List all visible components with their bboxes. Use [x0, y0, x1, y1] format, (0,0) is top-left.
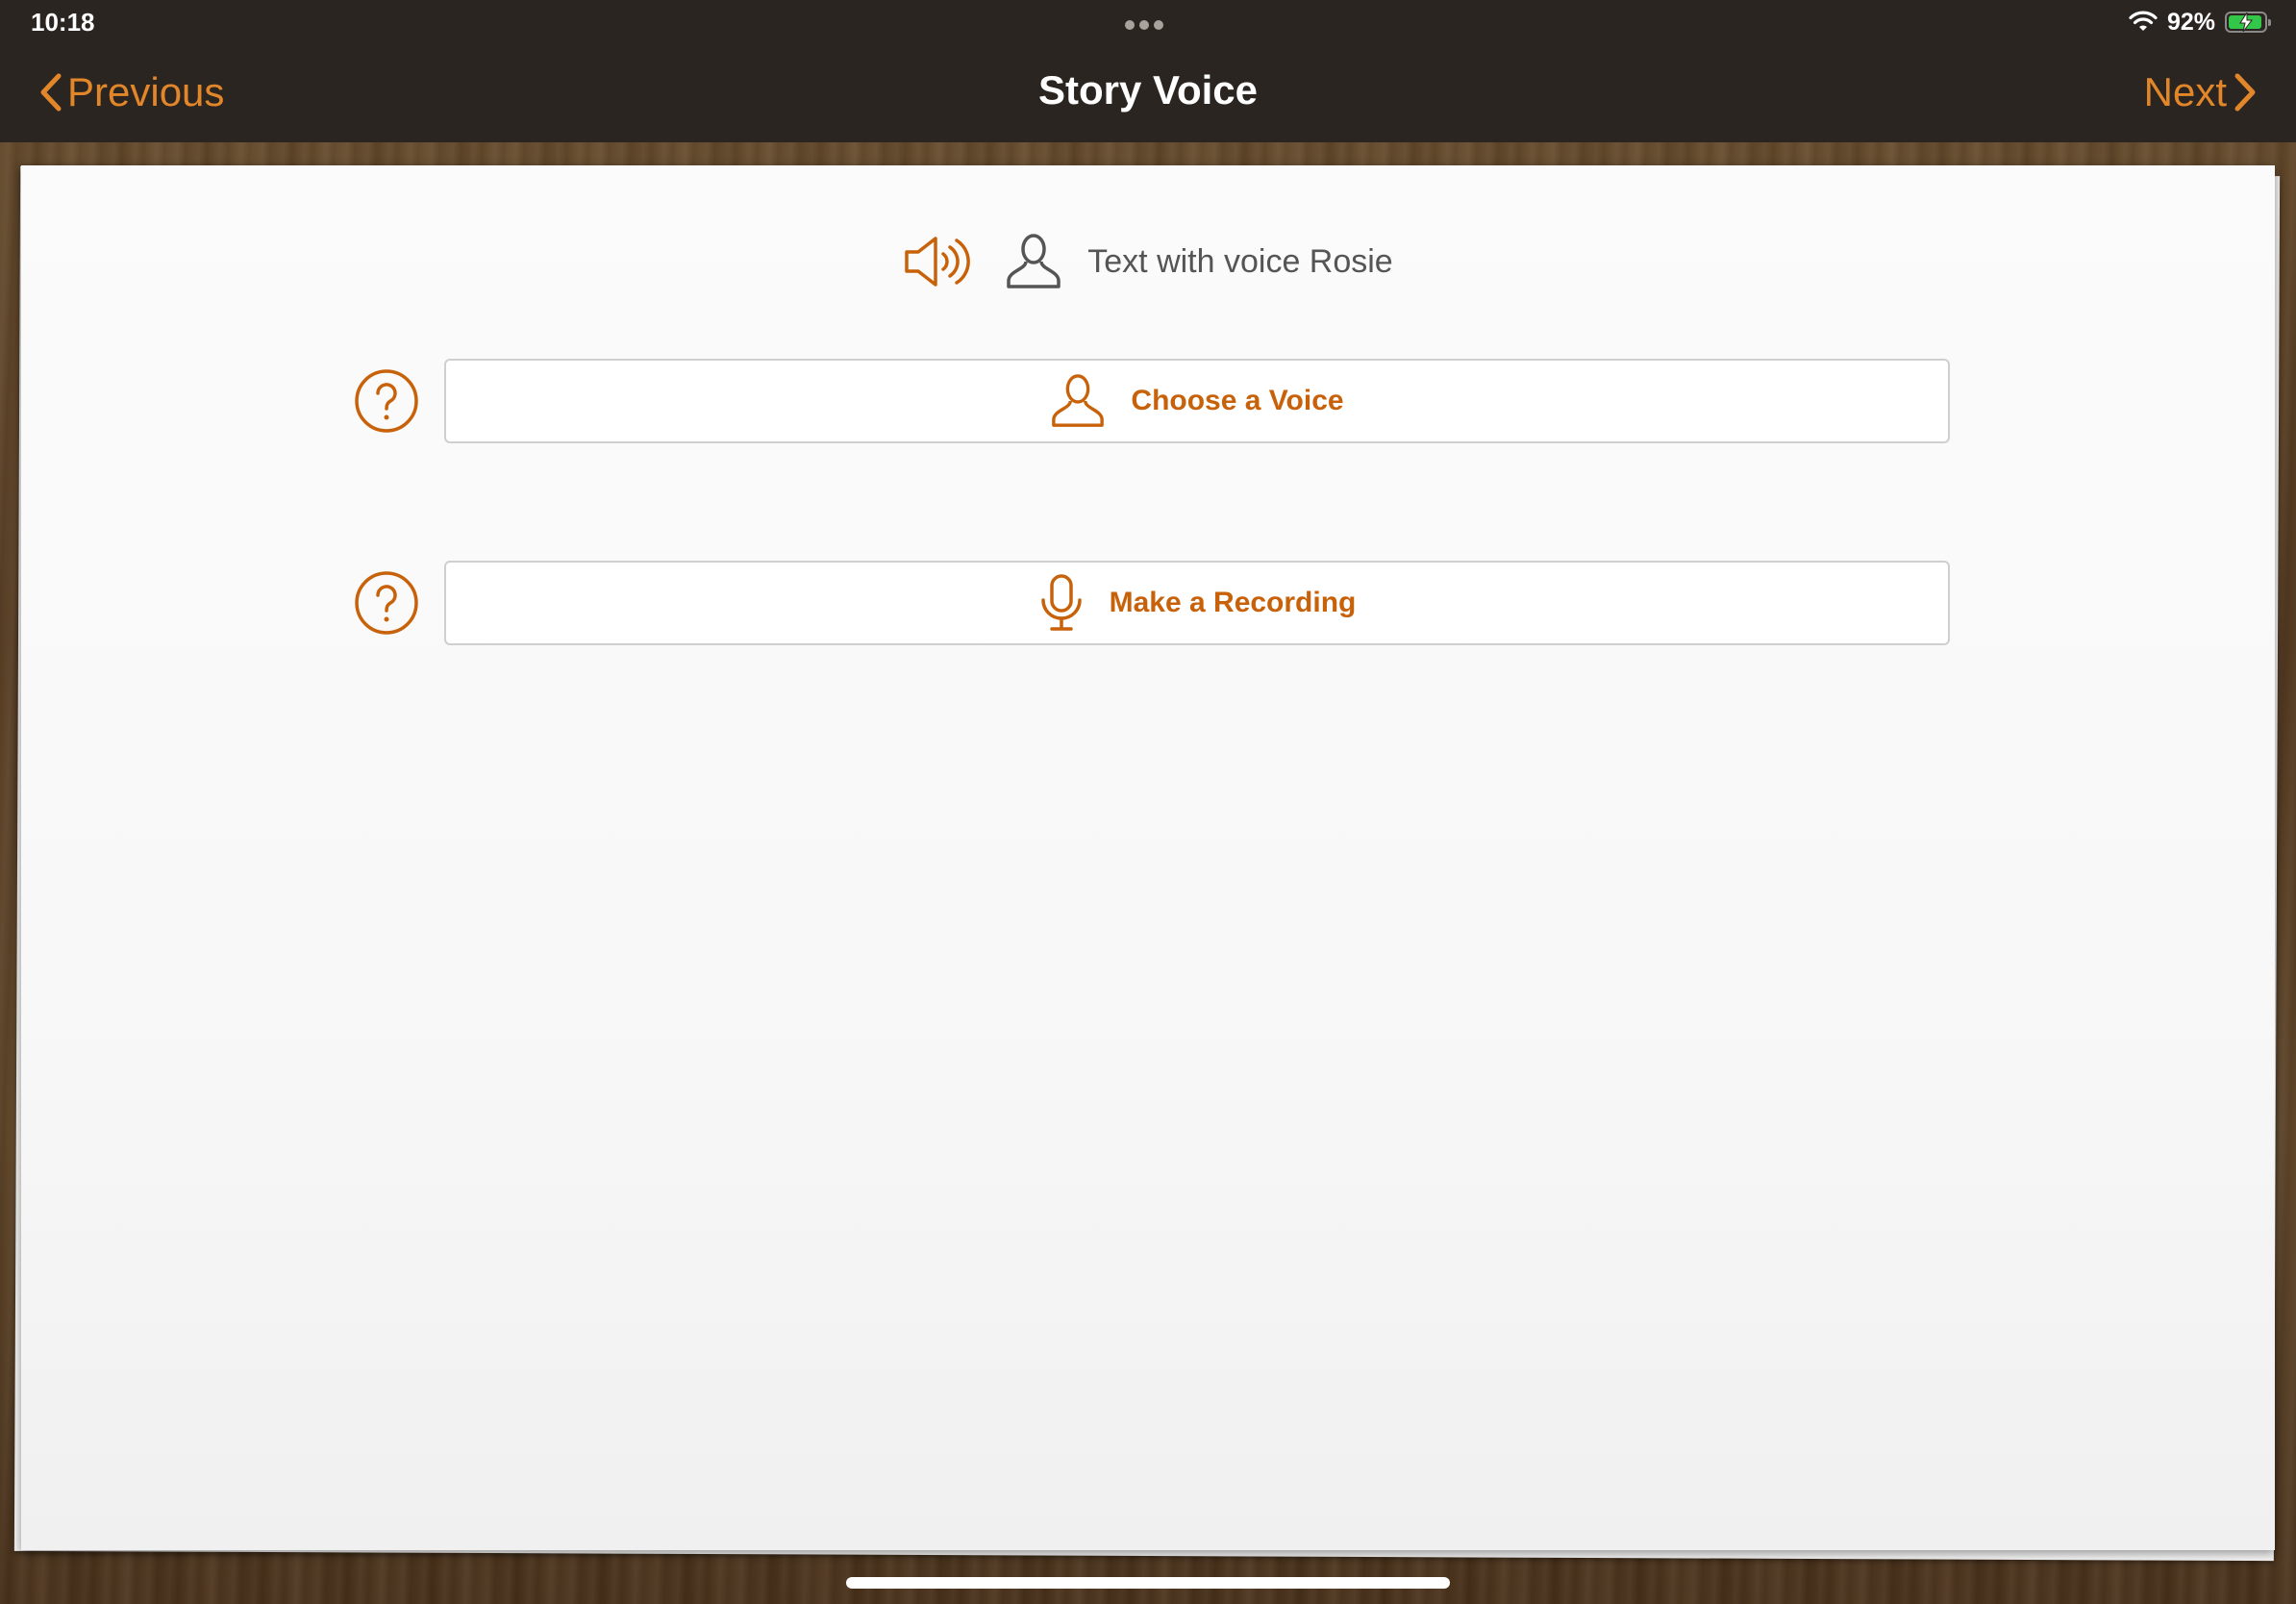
status-time: 10:18 — [31, 8, 95, 37]
help-icon[interactable] — [354, 368, 419, 434]
chevron-right-icon — [2234, 73, 2256, 112]
voice-status: Text with voice Rosie — [21, 223, 2275, 300]
battery-icon — [2225, 12, 2271, 33]
person-icon — [1052, 374, 1105, 427]
person-icon — [1007, 234, 1061, 288]
make-recording-button[interactable]: Make a Recording — [444, 561, 1950, 645]
choose-voice-label: Choose a Voice — [1131, 385, 1344, 416]
status-indicators: 92% — [2129, 6, 2271, 38]
make-recording-row: Make a Recording — [354, 560, 1950, 646]
microphone-icon — [1040, 574, 1082, 631]
content-panel: Text with voice Rosie Choose a Voice Mak… — [21, 165, 2275, 1550]
next-button[interactable]: Next — [2144, 65, 2258, 119]
top-bar: 10:18 92% Previous Story Voice Next — [0, 0, 2296, 142]
voice-status-text: Text with voice Rosie — [1087, 242, 1393, 280]
battery-percent: 92% — [2166, 8, 2215, 36]
help-icon[interactable] — [354, 570, 419, 636]
speaker-icon[interactable] — [903, 235, 971, 288]
next-label: Next — [2143, 69, 2227, 114]
choose-voice-button[interactable]: Choose a Voice — [444, 359, 1950, 443]
multitasking-dots[interactable] — [1125, 17, 1171, 30]
page-title: Story Voice — [1038, 67, 1258, 113]
wifi-icon — [2129, 11, 2158, 31]
make-recording-label: Make a Recording — [1109, 587, 1357, 618]
home-indicator[interactable] — [846, 1577, 1450, 1589]
choose-voice-row: Choose a Voice — [354, 358, 1950, 444]
